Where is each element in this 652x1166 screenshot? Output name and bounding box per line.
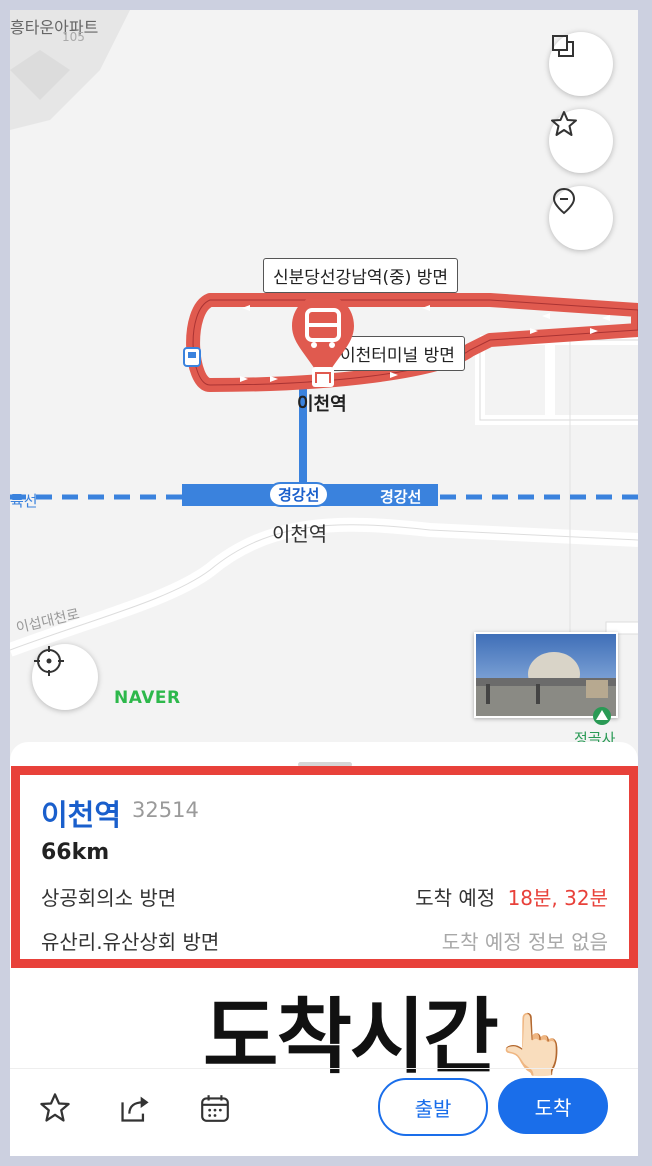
stop-distance: 66km [41, 840, 110, 865]
route-direction-label: 신분당선강남역(중) 방면 [263, 258, 459, 293]
star-icon [551, 111, 577, 136]
star-icon [40, 1093, 70, 1122]
layers-icon [552, 35, 574, 57]
line-label-left: 륙선 [10, 492, 38, 510]
target-icon [34, 646, 64, 676]
arrive-button[interactable]: 도착 [498, 1078, 608, 1134]
arrival-times: 18분, 32분 [507, 886, 608, 910]
direction-label-1: 상공회의소 방면 [41, 886, 177, 910]
direction-label-2: 유산리.유산상회 방면 [41, 930, 220, 954]
timetable-button[interactable] [197, 1090, 233, 1126]
location-pin-button[interactable] [549, 186, 613, 250]
toolbar-divider [10, 1068, 638, 1069]
bus-stop-pin-icon[interactable] [290, 293, 356, 389]
arrival-info-2: 도착 예정 정보 없음 [441, 930, 608, 954]
naver-logo: NAVER [114, 688, 181, 708]
overlay-caption-text: 도착시간 [203, 990, 499, 1085]
poi-icon [593, 707, 611, 725]
stop-name: 이천역 [41, 798, 122, 832]
map-pin-icon [552, 187, 576, 215]
overlay-caption: 도착시간👆🏻 [203, 970, 571, 1089]
phone-screen: 흥타운아파트 105 신분당선강남역(중) 방면 이천터미널 방면 이천역 경강… [10, 10, 638, 1156]
favorite-button[interactable] [37, 1090, 73, 1126]
calendar-icon [201, 1095, 229, 1122]
favorite-map-button[interactable] [549, 109, 613, 173]
station-label: 이천역 [272, 522, 328, 546]
layers-button[interactable] [549, 32, 613, 96]
share-icon [121, 1096, 149, 1122]
stop-id: 32514 [132, 798, 199, 822]
depart-button[interactable]: 출발 [378, 1078, 488, 1136]
arrival-label: 도착 예정 [415, 886, 496, 910]
arrival-info-1: 도착 예정 18분, 32분 [415, 882, 608, 911]
current-location-button[interactable] [32, 644, 98, 710]
map-label-apt-no: 105 [62, 30, 85, 44]
pointing-hand-emoji: 👆🏻 [496, 1010, 572, 1080]
pin-station-label: 이천역 [297, 394, 347, 415]
map-label-apartment: 흥타운아파트 [10, 18, 99, 37]
share-button[interactable] [117, 1090, 153, 1126]
map-view[interactable]: 흥타운아파트 105 신분당선강남역(중) 방면 이천터미널 방면 이천역 경강… [10, 10, 638, 770]
line-badge: 경강선 [268, 482, 330, 507]
line-label: 경강선 [380, 488, 422, 506]
